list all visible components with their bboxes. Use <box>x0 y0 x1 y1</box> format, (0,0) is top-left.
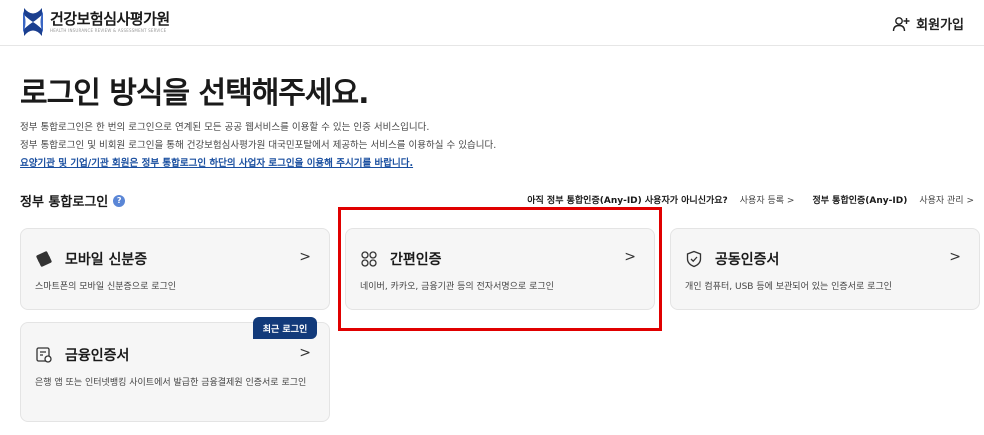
description-2: 정부 통합로그인 및 비회원 로그인을 통해 건강보험심사평가원 대국민포탈에서… <box>20 140 497 151</box>
simple-auth-title: 간편인증 <box>390 252 442 268</box>
anyid-links: 아직 정부 통합인증(Any-ID) 사용자가 아니신가요? 사용자 등록 > … <box>527 193 974 206</box>
mobile-id-icon <box>35 250 53 268</box>
shield-icon <box>685 250 703 268</box>
chevron-right-icon: > <box>624 249 636 265</box>
register-user-label: 사용자 등록 <box>739 196 785 206</box>
anyid-label: 정부 통합인증(Any-ID) <box>812 196 908 206</box>
signup-label: 회원가입 <box>916 18 964 33</box>
mobile-id-card[interactable]: 모바일 신분증 > 스마트폰의 모바일 신분증으로 로그인 <box>20 228 330 310</box>
section-title: 정부 통합로그인 ? <box>20 191 126 210</box>
signup-button[interactable]: 회원가입 <box>892 14 964 33</box>
financial-certificate-title: 금융인증서 <box>65 348 130 364</box>
financial-cert-icon <box>35 346 53 364</box>
mobile-id-title: 모바일 신분증 <box>65 252 148 268</box>
chevron-right-icon: > <box>299 345 311 361</box>
register-user-link[interactable]: 사용자 등록 > <box>740 193 795 206</box>
manage-user-label: 사용자 관리 <box>919 196 964 206</box>
recent-login-badge: 최근 로그인 <box>253 317 317 339</box>
description-1: 정부 통합로그인은 한 번의 로그인으로 연계된 모든 공공 웹서비스를 이용할… <box>20 122 430 133</box>
logo[interactable]: 건강보험심사평가원 HEALTH INSURANCE REVIEW & ASSE… <box>22 7 170 37</box>
anyid-question: 아직 정부 통합인증(Any-ID) 사용자가 아니신가요? <box>527 196 728 206</box>
register-arrow-icon: > <box>786 196 795 206</box>
joint-certificate-card[interactable]: 공동인증서 > 개인 컴퓨터, USB 등에 보관되어 있는 인증서로 로그인 <box>670 228 980 310</box>
joint-certificate-title: 공동인증서 <box>715 252 780 268</box>
simple-auth-card[interactable]: 간편인증 > 네이버, 카카오, 금융기관 등의 전자서명으로 로그인 <box>345 228 655 310</box>
manage-arrow-icon: > <box>966 196 974 206</box>
chevron-right-icon: > <box>949 249 961 265</box>
user-plus-icon <box>892 16 910 31</box>
logo-name: 건강보험심사평가원 <box>50 10 170 28</box>
help-icon[interactable]: ? <box>113 194 126 207</box>
page-title: 로그인 방식을 선택해주세요. <box>20 76 369 111</box>
joint-certificate-desc: 개인 컴퓨터, USB 등에 보관되어 있는 인증서로 로그인 <box>685 282 892 292</box>
business-login-notice-link[interactable]: 요양기관 및 기업/기관 회원은 정부 통합로그인 하단의 사업자 로그인을 이… <box>20 157 413 171</box>
header: 건강보험심사평가원 HEALTH INSURANCE REVIEW & ASSE… <box>0 0 984 46</box>
section-title-label: 정부 통합로그인 <box>20 195 109 210</box>
logo-subtitle: HEALTH INSURANCE REVIEW & ASSESSMENT SER… <box>50 28 167 33</box>
logo-mark-icon <box>23 8 43 36</box>
mobile-id-desc: 스마트폰의 모바일 신분증으로 로그인 <box>35 282 177 292</box>
financial-certificate-desc: 은행 앱 또는 인터넷뱅킹 사이트에서 발급한 금융결제원 인증서로 로그인 <box>35 378 307 388</box>
manage-user-link[interactable]: 사용자 관리 > <box>919 193 974 206</box>
chevron-right-icon: > <box>299 249 311 265</box>
simple-auth-desc: 네이버, 카카오, 금융기관 등의 전자서명으로 로그인 <box>360 282 554 292</box>
simple-auth-icon <box>360 250 378 268</box>
